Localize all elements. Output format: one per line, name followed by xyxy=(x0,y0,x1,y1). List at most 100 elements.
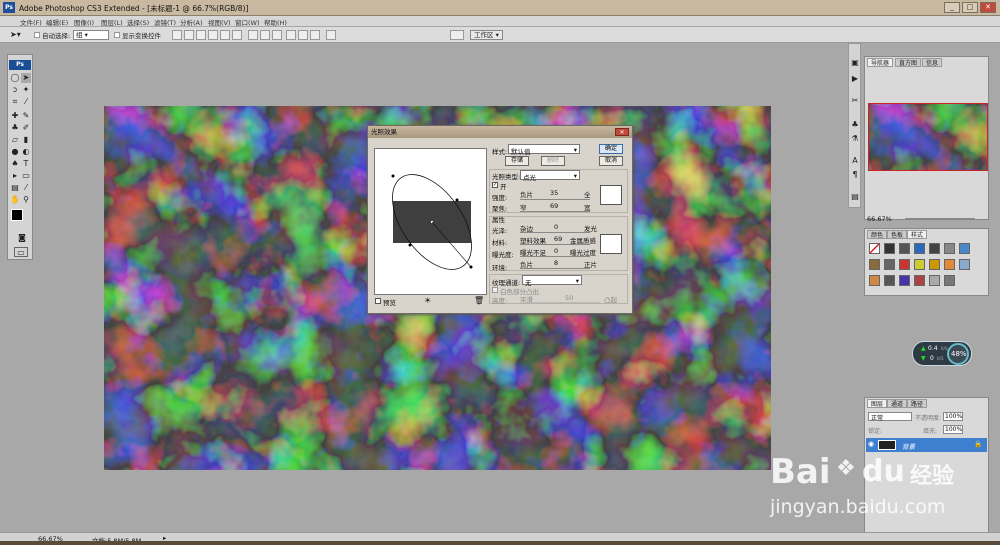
history-icon[interactable]: ▣ xyxy=(850,58,860,68)
menu-file[interactable]: 文件(F) xyxy=(20,17,42,27)
menu-view[interactable]: 视图(V) xyxy=(208,17,231,27)
type-tool-icon[interactable]: T xyxy=(21,159,31,169)
dodge-tool-icon[interactable]: ◐ xyxy=(21,147,31,157)
gloss-slider[interactable] xyxy=(520,232,590,233)
menu-select[interactable]: 选择(S) xyxy=(127,17,149,27)
style-swatch[interactable] xyxy=(929,243,940,254)
healing-brush-icon[interactable]: ✚ xyxy=(10,111,20,121)
style-swatch[interactable] xyxy=(914,243,925,254)
crop-tool-icon[interactable]: ⌗ xyxy=(10,97,20,107)
style-swatch[interactable] xyxy=(944,243,955,254)
show-transform-checkbox[interactable] xyxy=(114,32,120,38)
dialog-close-button[interactable]: ✕ xyxy=(615,128,629,136)
style-swatch[interactable] xyxy=(944,259,955,270)
light-type-dropdown[interactable]: 点光 ▾ xyxy=(520,170,580,182)
style-swatch[interactable] xyxy=(959,243,970,254)
tab-swatches[interactable]: 色板 xyxy=(887,230,908,239)
style-swatch[interactable] xyxy=(899,243,910,254)
palette-icon[interactable] xyxy=(450,30,464,40)
style-dropdown[interactable]: 默认值 ▾ xyxy=(508,144,580,156)
move-tool-icon[interactable]: ➤▾ xyxy=(10,30,21,40)
distribute-right-icon[interactable] xyxy=(310,30,320,40)
preview-checkbox[interactable] xyxy=(375,298,381,304)
menu-window[interactable]: 窗口(W) xyxy=(235,17,260,27)
menu-analysis[interactable]: 分析(A) xyxy=(180,17,203,27)
stamp-tool-icon[interactable]: ♣ xyxy=(10,123,20,133)
style-swatch[interactable] xyxy=(899,275,910,286)
blur-tool-icon[interactable]: ● xyxy=(10,147,20,157)
zoom-tool-icon[interactable]: ⚲ xyxy=(21,195,31,205)
quick-mask-icon[interactable]: ◙ xyxy=(16,233,28,243)
distribute-top-icon[interactable] xyxy=(248,30,258,40)
tool-presets-icon[interactable]: ✂ xyxy=(850,96,860,106)
tab-paths[interactable]: 路径 xyxy=(907,399,928,408)
align-right-icon[interactable] xyxy=(232,30,242,40)
slice-tool-icon[interactable]: ⁄ xyxy=(21,97,31,107)
pen-tool-icon[interactable]: ♠ xyxy=(10,159,20,169)
style-swatch[interactable] xyxy=(884,275,895,286)
ok-button[interactable]: 确定 xyxy=(599,144,623,154)
path-select-icon[interactable]: ▸ xyxy=(10,171,20,181)
lasso-tool-icon[interactable]: ↄ xyxy=(10,85,20,95)
marquee-tool-icon[interactable]: ◯ xyxy=(10,73,20,83)
magic-wand-icon[interactable]: ✦ xyxy=(21,85,31,95)
style-swatch[interactable] xyxy=(869,275,880,286)
style-swatch[interactable] xyxy=(929,275,940,286)
notes-tool-icon[interactable]: ▤ xyxy=(10,183,20,193)
focus-slider[interactable] xyxy=(520,211,590,212)
minimize-button[interactable]: _ xyxy=(944,2,960,13)
trash-icon[interactable]: 🗑 xyxy=(474,296,484,305)
align-left-icon[interactable] xyxy=(208,30,218,40)
light-preview[interactable] xyxy=(374,148,487,295)
align-hcenter-icon[interactable] xyxy=(220,30,230,40)
tab-info[interactable]: 信息 xyxy=(922,58,943,67)
network-speed-widget[interactable]: ▲ 0.4 K/S ▼ 0 K/S 48% xyxy=(912,341,972,366)
ambience-slider[interactable] xyxy=(520,268,590,269)
auto-select-dropdown[interactable]: 组 ▾ xyxy=(73,30,109,40)
light-on-checkbox[interactable]: ✓ xyxy=(492,182,498,188)
tab-color[interactable]: 颜色 xyxy=(867,230,888,239)
menu-layer[interactable]: 图层(L) xyxy=(101,17,123,27)
blend-mode-dropdown[interactable]: 正常 xyxy=(868,412,912,422)
style-swatch[interactable] xyxy=(914,259,925,270)
eyedropper-icon[interactable]: ⁄ xyxy=(21,183,31,193)
distribute-bottom-icon[interactable] xyxy=(272,30,282,40)
style-swatch[interactable] xyxy=(944,275,955,286)
tab-layers[interactable]: 图层 xyxy=(867,399,888,408)
opacity-field[interactable]: 100% xyxy=(943,412,963,421)
distribute-left-icon[interactable] xyxy=(286,30,296,40)
exposure-slider[interactable] xyxy=(520,256,590,257)
tab-histogram[interactable]: 直方图 xyxy=(895,58,922,67)
style-swatch[interactable] xyxy=(884,243,895,254)
screen-mode-icon[interactable]: ▭ xyxy=(14,247,28,257)
align-bottom-icon[interactable] xyxy=(196,30,206,40)
delete-style-button[interactable]: 删除 xyxy=(541,156,565,166)
style-swatch[interactable] xyxy=(929,259,940,270)
height-slider[interactable] xyxy=(520,302,600,303)
gradient-tool-icon[interactable]: ▮ xyxy=(21,135,31,145)
history-brush-icon[interactable]: ✐ xyxy=(21,123,31,133)
fill-field[interactable]: 100% xyxy=(943,425,963,434)
shape-tool-icon[interactable]: ▭ xyxy=(21,171,31,181)
tab-channels[interactable]: 通道 xyxy=(887,399,908,408)
style-swatch[interactable] xyxy=(914,275,925,286)
cancel-button[interactable]: 取消 xyxy=(599,156,623,166)
texture-dropdown[interactable]: 无 ▾ xyxy=(522,275,582,287)
visibility-eye-icon[interactable]: ◉ xyxy=(868,440,874,448)
paragraph-icon[interactable]: ¶ xyxy=(850,170,860,180)
hand-tool-icon[interactable]: ✋ xyxy=(10,195,20,205)
move-tool-icon[interactable]: ➤ xyxy=(21,73,31,83)
tab-styles[interactable]: 样式 xyxy=(907,230,928,239)
distribute-hcenter-icon[interactable] xyxy=(298,30,308,40)
style-swatch[interactable] xyxy=(869,243,880,254)
brushes-icon[interactable]: ♣ xyxy=(850,120,860,130)
material-slider[interactable] xyxy=(520,244,590,245)
layer-row-background[interactable]: ◉ 背景 🔒 xyxy=(866,438,987,452)
ambient-color-swatch[interactable] xyxy=(600,234,622,254)
menu-help[interactable]: 帮助(H) xyxy=(264,17,287,27)
menu-image[interactable]: 图像(I) xyxy=(74,17,94,27)
menu-filter[interactable]: 滤镜(T) xyxy=(154,17,176,27)
light-bulb-icon[interactable]: ☀ xyxy=(424,296,431,305)
clone-source-icon[interactable]: ⚗ xyxy=(850,134,860,144)
navigator-zoom-slider[interactable] xyxy=(905,218,975,219)
